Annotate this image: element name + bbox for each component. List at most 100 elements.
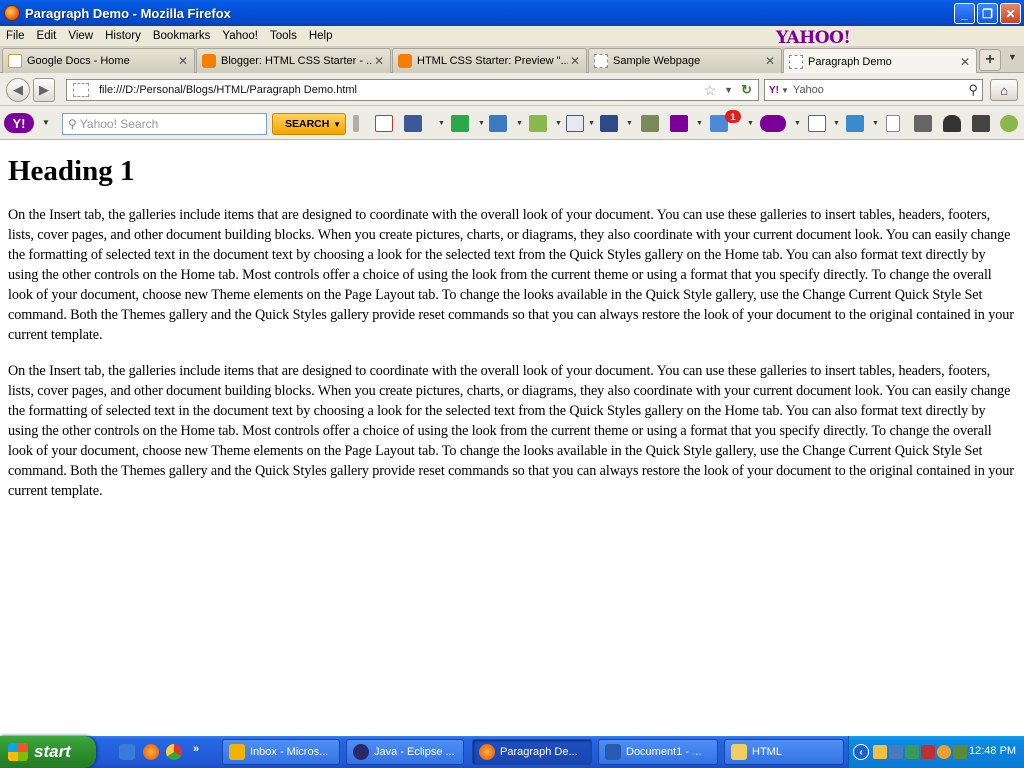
close-tab-icon[interactable]: ✕ <box>763 54 777 68</box>
yahoo-answers-dropdown-icon[interactable]: ▼ <box>794 120 801 127</box>
messenger-icon[interactable] <box>846 115 864 132</box>
taskbar-label: HTML <box>752 746 782 758</box>
video-icon[interactable] <box>489 115 507 132</box>
tab-list-chevron-icon[interactable]: ▼ <box>1008 52 1017 62</box>
google-docs-icon <box>8 54 22 68</box>
firefox-icon <box>479 744 495 760</box>
taskbar-label: Paragraph De... <box>500 746 578 758</box>
back-button[interactable]: ◀ <box>6 78 30 102</box>
engine-dropdown-icon[interactable]: ▼ <box>781 86 789 95</box>
url-dropdown-icon[interactable]: ▼ <box>724 85 733 95</box>
pages-icon[interactable] <box>566 115 584 132</box>
close-tab-icon[interactable]: ✕ <box>372 54 386 68</box>
video-dropdown-icon[interactable]: ▼ <box>516 120 523 127</box>
menu-edit[interactable]: Edit <box>31 30 63 42</box>
tab-sample-webpage[interactable]: Sample Webpage ✕ <box>588 48 782 73</box>
games-icon[interactable] <box>529 115 547 132</box>
show-desktop-icon[interactable] <box>119 744 135 760</box>
tray-update-icon[interactable] <box>937 745 951 759</box>
tray-network-icon[interactable] <box>889 745 903 759</box>
calendar-icon[interactable] <box>808 115 826 132</box>
reload-icon[interactable]: ↻ <box>741 82 752 98</box>
pages-dropdown-icon[interactable]: ▼ <box>588 120 595 127</box>
tray-messenger-icon[interactable] <box>953 745 967 759</box>
menu-file[interactable]: File <box>0 30 31 42</box>
search-icon[interactable]: ⚲ <box>968 82 978 98</box>
url-bar[interactable]: file:///D:/Personal/Blogs/HTML/Paragraph… <box>66 79 759 101</box>
chrome-quicklaunch-icon[interactable] <box>166 744 182 760</box>
taskbar-button-html-folder[interactable]: HTML <box>724 739 844 765</box>
toolbar-list-icon[interactable] <box>914 115 932 132</box>
tab-blogger-starter[interactable]: Blogger: HTML CSS Starter - ... ✕ <box>196 48 391 73</box>
start-button[interactable]: start <box>0 736 96 768</box>
menu-help[interactable]: Help <box>303 30 339 42</box>
menu-yahoo[interactable]: Yahoo! <box>216 30 264 42</box>
swap-arrows-icon[interactable] <box>972 115 990 132</box>
yahoo-engine-icon[interactable]: Y! <box>769 85 779 96</box>
word-icon <box>605 744 621 760</box>
taskbar-button-outlook[interactable]: Inbox - Micros... <box>222 739 340 765</box>
add-app-dropdown-icon[interactable]: ▼ <box>478 120 485 127</box>
tab-label: Blogger: HTML CSS Starter - ... <box>221 55 372 67</box>
close-tab-icon[interactable]: ✕ <box>958 55 972 69</box>
minimize-button[interactable]: _ <box>954 3 975 24</box>
taskbar-button-word[interactable]: Document1 - ... <box>598 739 718 765</box>
tab-bar: Google Docs - Home ✕ Blogger: HTML CSS S… <box>0 46 1024 74</box>
restore-button[interactable]: ❐ <box>977 3 998 24</box>
system-tray: ‹ 12:48 PM <box>848 736 1024 768</box>
games-dropdown-icon[interactable]: ▼ <box>555 120 562 127</box>
home-button[interactable]: ⌂ <box>990 79 1018 101</box>
mobile-dropdown-icon[interactable]: ▼ <box>626 120 633 127</box>
tab-google-docs[interactable]: Google Docs - Home ✕ <box>2 48 195 73</box>
page-heading: Heading 1 <box>8 155 135 187</box>
bell-icon[interactable] <box>943 115 961 132</box>
bookmark-star-icon[interactable]: ☆ <box>704 82 717 99</box>
yahoo-search-input[interactable]: ⚲ Yahoo! Search <box>62 113 267 135</box>
tray-folder-icon[interactable] <box>873 745 887 759</box>
forward-button[interactable]: ▶ <box>33 78 55 102</box>
gmail-icon[interactable] <box>375 115 393 132</box>
close-tab-icon[interactable]: ✕ <box>176 54 190 68</box>
search-engine-text[interactable]: Yahoo <box>793 84 969 96</box>
search-bar[interactable]: Y! ▼ Yahoo ⚲ <box>764 79 983 101</box>
my-yahoo-dropdown-icon[interactable]: ▼ <box>696 120 703 127</box>
tab-blogger-preview[interactable]: HTML CSS Starter: Preview "... ✕ <box>392 48 587 73</box>
yahoo-logo: YAHOO! <box>776 28 851 48</box>
mobile-icon[interactable] <box>600 115 618 132</box>
facebook-icon[interactable] <box>404 115 422 132</box>
my-yahoo-icon[interactable] <box>670 115 688 132</box>
tab-label: Paragraph Demo <box>808 55 892 68</box>
yahoo-menu-dropdown-icon[interactable]: ▼ <box>42 118 50 127</box>
tray-security-icon[interactable] <box>905 745 919 759</box>
new-tab-button[interactable]: + <box>979 49 1001 71</box>
calendar-dropdown-icon[interactable]: ▼ <box>833 120 840 127</box>
facebook-dropdown-icon[interactable]: ▼ <box>438 120 445 127</box>
tab-paragraph-demo[interactable]: Paragraph Demo ✕ <box>783 48 977 74</box>
yahoo-answers-icon[interactable] <box>760 115 786 132</box>
paragraph-1: On the Insert tab, the galleries include… <box>8 207 1014 343</box>
bag-icon[interactable] <box>641 115 659 132</box>
firefox-quicklaunch-icon[interactable] <box>143 744 159 760</box>
yahoo-toolbar-logo-icon[interactable]: Y! <box>4 113 34 133</box>
more-dropdown-icon[interactable] <box>886 115 900 132</box>
tray-antivirus-icon[interactable] <box>921 745 935 759</box>
quicklaunch-more-icon[interactable]: » <box>193 743 199 755</box>
show-hidden-icons-chevron-icon[interactable]: ‹ <box>853 744 869 760</box>
mail-dropdown-icon[interactable]: ▼ <box>747 120 754 127</box>
close-window-button[interactable]: ✕ <box>1000 3 1021 24</box>
url-text[interactable]: file:///D:/Personal/Blogs/HTML/Paragraph… <box>99 84 704 96</box>
menu-bookmarks[interactable]: Bookmarks <box>147 30 217 42</box>
site-identity-icon[interactable] <box>73 83 89 97</box>
taskbar-button-eclipse[interactable]: Java - Eclipse ... <box>346 739 464 765</box>
menu-history[interactable]: History <box>99 30 147 42</box>
messenger-dropdown-icon[interactable]: ▼ <box>872 120 879 127</box>
close-tab-icon[interactable]: ✕ <box>568 54 582 68</box>
search-icon: ⚲ <box>68 117 77 131</box>
settings-gear-icon[interactable] <box>1000 115 1018 132</box>
search-options-dropdown-icon[interactable]: ▼ <box>333 120 341 129</box>
yahoo-search-button[interactable]: SEARCH ▼ <box>272 113 346 135</box>
add-app-icon[interactable] <box>451 115 469 132</box>
taskbar-button-firefox[interactable]: Paragraph De... <box>472 739 592 765</box>
menu-view[interactable]: View <box>62 30 99 42</box>
menu-tools[interactable]: Tools <box>264 30 303 42</box>
